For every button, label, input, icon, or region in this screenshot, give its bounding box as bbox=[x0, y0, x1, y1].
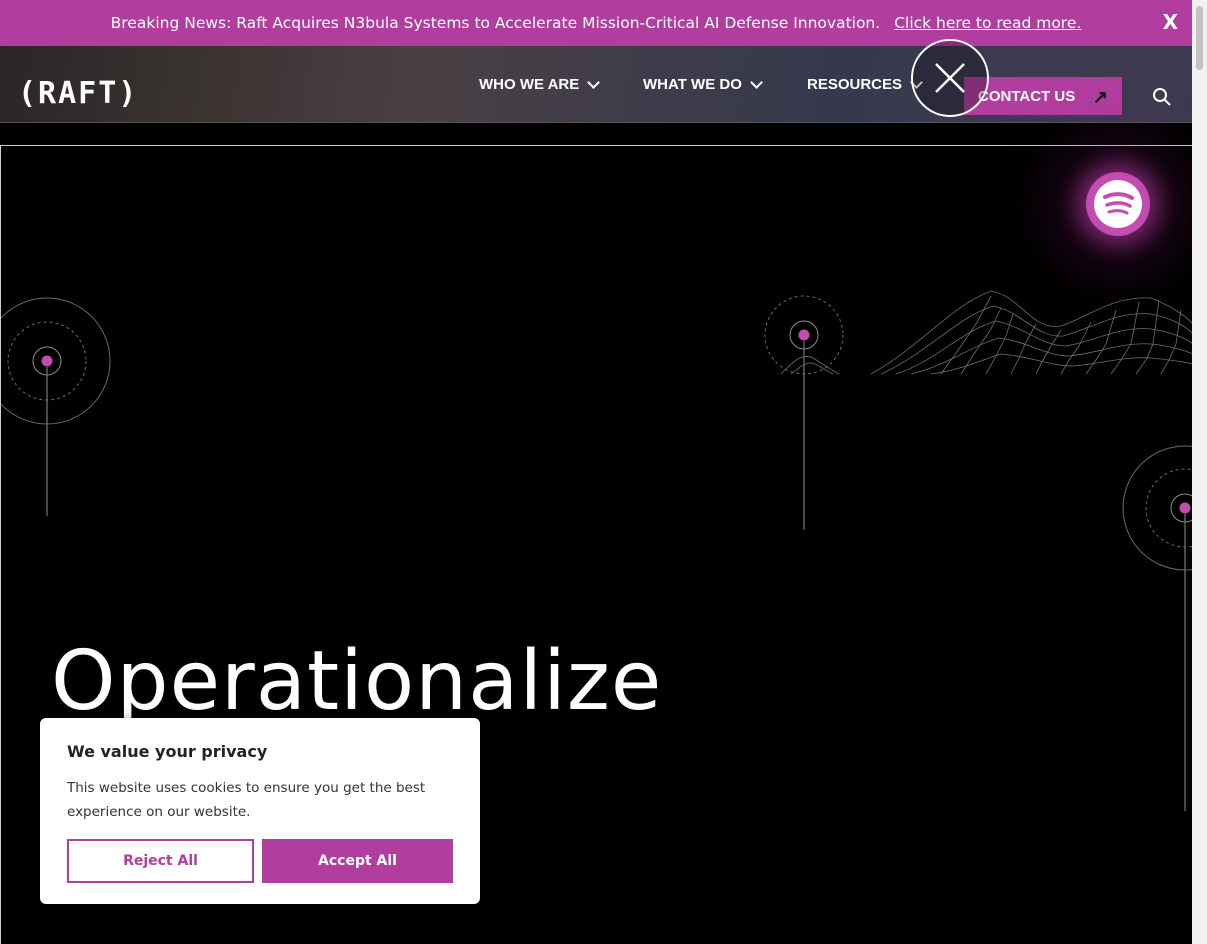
chevron-down-icon bbox=[750, 75, 763, 89]
overlay-close-button[interactable] bbox=[911, 39, 989, 117]
scrollbar[interactable] bbox=[1192, 0, 1207, 944]
contact-label: CONTACT US bbox=[978, 87, 1076, 105]
nav-what-we-do[interactable]: WHAT WE DO bbox=[643, 46, 763, 123]
nav-label: WHO WE ARE bbox=[479, 76, 580, 93]
nav-label: WHAT WE DO bbox=[643, 76, 742, 93]
announcement-close-button[interactable]: X bbox=[1163, 10, 1178, 34]
chevron-down-icon bbox=[587, 75, 601, 89]
podcast-icon bbox=[1094, 180, 1142, 228]
accept-all-button[interactable]: Accept All bbox=[262, 839, 453, 883]
reject-all-button[interactable]: Reject All bbox=[67, 839, 254, 883]
announcement-bar: Breaking News: Raft Acquires N3bula Syst… bbox=[0, 0, 1192, 46]
nav-label: RESOURCES bbox=[807, 76, 903, 93]
raft-logo[interactable]: (RAFT) bbox=[18, 76, 138, 111]
announcement-text: Breaking News: Raft Acquires N3bula Syst… bbox=[110, 14, 881, 32]
cookie-title: We value your privacy bbox=[67, 742, 268, 761]
scrollbar-thumb[interactable] bbox=[1196, 6, 1203, 70]
search-icon[interactable] bbox=[1152, 87, 1172, 107]
headline-line-1: Operationalize bbox=[51, 634, 663, 729]
podcast-button[interactable] bbox=[1086, 172, 1150, 236]
nav-who-we-are[interactable]: WHO WE ARE bbox=[479, 46, 601, 123]
arrow-up-right-icon: ↗ bbox=[1092, 87, 1108, 107]
site-header: (RAFT) WHO WE ARE WHAT WE DO RESOURCES C… bbox=[0, 46, 1192, 123]
announcement-link[interactable]: Click here to read more. bbox=[894, 14, 1081, 32]
nav-resources[interactable]: RESOURCES bbox=[807, 46, 923, 123]
cookie-banner: We value your privacy This website uses … bbox=[40, 718, 480, 904]
close-icon bbox=[935, 63, 965, 93]
cookie-message: This website uses cookies to ensure you … bbox=[67, 780, 426, 820]
